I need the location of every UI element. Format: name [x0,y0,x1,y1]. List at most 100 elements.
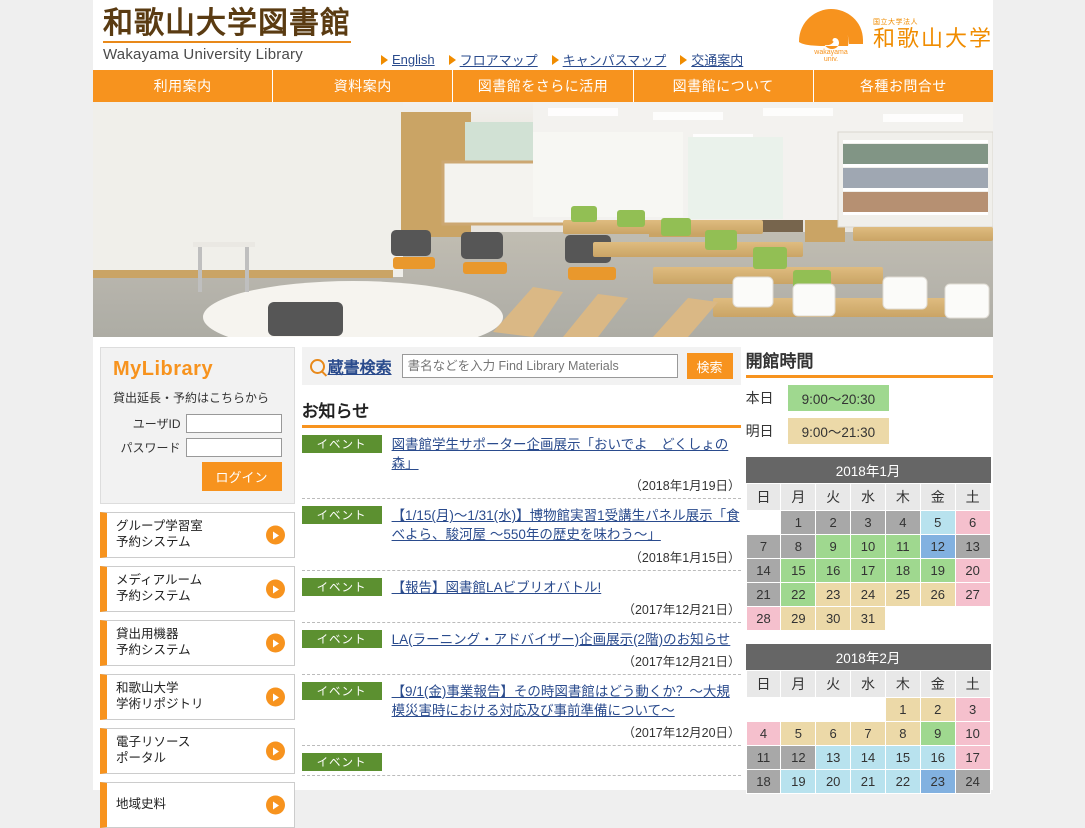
calendar-day-cell[interactable]: 14 [745,558,782,583]
utility-nav-label[interactable]: フロアマップ [460,50,538,69]
calendar-day-cell[interactable]: 31 [850,606,886,631]
calendar-day-cell[interactable]: 13 [815,745,852,770]
utility-nav-item-access[interactable]: 交通案内 [680,50,743,69]
userid-input[interactable] [185,414,282,433]
gnav-item-utilize[interactable]: 図書館をさらに活用 [453,70,634,102]
search-button[interactable]: 検索 [686,353,733,379]
calendar-day-cell[interactable]: 17 [954,745,991,770]
calendar-day-cell[interactable]: 7 [745,534,782,559]
news-title[interactable]: 図書館学生サポーター企画展示「おいでよ どくしょの森」 [392,435,741,473]
calendar-day-cell[interactable]: 1 [884,697,921,722]
calendar-day-cell[interactable]: 3 [850,510,886,535]
calendar-day-cell[interactable]: 4 [884,510,921,535]
calendar-day-cell[interactable]: 15 [884,745,921,770]
calendar-weekday-row: 日月火水木金土 [745,670,991,698]
news-item[interactable]: イベント 【報告】図書館LAビブリオバトル! （2017年12月21日） [301,571,741,623]
calendar-day-cell[interactable]: 20 [954,558,991,583]
calendar-day-cell[interactable]: 8 [780,534,817,559]
wave-logo-caption-2: univ. [824,56,838,62]
triangle-bullet-icon [381,54,388,65]
calendar-weekday-6: 土 [954,483,991,511]
utility-nav-item-campusmap[interactable]: キャンパスマップ [551,50,667,69]
calendar-caption: 2018年2月 [745,644,991,670]
sidebar-item-media-room[interactable]: メディアルーム 予約システム [100,566,295,612]
university-logo[interactable]: wakayama univ. 国立大学法人 和歌山大学 [795,6,993,63]
calendar-day-cell[interactable]: 9 [815,534,852,559]
gnav-item-about[interactable]: 図書館について [634,70,814,102]
calendar-day-cell[interactable]: 7 [850,721,886,746]
gnav-item-materials[interactable]: 資料案内 [273,70,454,102]
calendar-day-cell[interactable]: 25 [884,582,921,607]
calendar-day-cell[interactable]: 12 [780,745,817,770]
calendar-day-cell[interactable]: 15 [780,558,817,583]
password-input[interactable] [185,438,282,457]
calendar-empty-cell [850,697,886,722]
calendar-day-cell[interactable]: 17 [850,558,886,583]
calendar-day-cell[interactable]: 30 [815,606,852,631]
calendar-day-cell[interactable]: 11 [745,745,782,770]
sidebar-item-local-historical-materials[interactable]: 地域史料 [100,782,295,828]
calendar-day-cell[interactable]: 16 [919,745,956,770]
utility-nav-label[interactable]: 交通案内 [691,50,743,69]
calendar-day-cell[interactable]: 10 [850,534,886,559]
calendar-empty-cell [884,606,921,631]
calendar-day-cell[interactable]: 26 [919,582,956,607]
news-item[interactable]: イベント 【1/15(月)〜1/31(水)】博物館実習1受講生パネル展示「食べよ… [301,499,741,571]
utility-nav-item-floormap[interactable]: フロアマップ [448,50,538,69]
calendar-day-cell[interactable]: 21 [745,582,782,607]
calendar-week-row: 28 29 30 31 [745,606,991,631]
sidebar-item-eresource-portal[interactable]: 電子リソース ポータル [100,728,295,774]
calendar-day-cell[interactable]: 14 [850,745,886,770]
calendar-day-cell[interactable]: 13 [954,534,991,559]
news-item[interactable]: イベント [301,746,741,777]
calendar-week-row: 11 12 13 14 15 16 17 [745,745,991,770]
gnav-item-contact[interactable]: 各種お問合せ [814,70,993,102]
calendar-day-cell[interactable]: 27 [954,582,991,607]
calendar-day-cell[interactable]: 1 [780,510,817,535]
search-input[interactable] [401,354,678,378]
sidebar-item-group-study-room[interactable]: グループ学習室 予約システム [100,512,295,558]
news-title[interactable]: 【9/1(金)事業報告】その時図書館はどう動くか？〜大規模災害時における対応及び… [392,682,741,720]
calendar-day-cell[interactable]: 10 [954,721,991,746]
global-nav: 利用案内 資料案内 図書館をさらに活用 図書館について 各種お問合せ [93,70,993,102]
calendar-day-cell[interactable]: 11 [884,534,921,559]
calendar-day-cell[interactable]: 29 [780,606,817,631]
catalog-search-label[interactable]: 蔵書検索 [328,354,392,378]
news-item[interactable]: イベント LA(ラーニング・アドバイザー)企画展示(2階)のお知らせ （2017… [301,623,741,675]
calendar-day-cell[interactable]: 5 [780,721,817,746]
calendar-day-cell[interactable]: 2 [815,510,852,535]
calendar-day-cell[interactable]: 3 [954,697,991,722]
login-button[interactable]: ログイン [201,462,282,491]
sidebar-item-repository[interactable]: 和歌山大学 学術リポジトリ [100,674,295,720]
news-item[interactable]: イベント 【9/1(金)事業報告】その時図書館はどう動くか？〜大規模災害時におけ… [301,675,741,747]
calendar-day-cell[interactable]: 19 [919,558,956,583]
utility-nav-label[interactable]: キャンパスマップ [563,50,667,69]
utility-nav-item-english[interactable]: English [381,52,435,67]
calendar-day-cell[interactable]: 22 [780,582,817,607]
calendar-day-cell[interactable]: 23 [815,582,852,607]
news-title[interactable]: 【1/15(月)〜1/31(水)】博物館実習1受講生パネル展示「食べよら、駿河屋… [392,506,741,544]
utility-nav-label[interactable]: English [392,52,435,67]
news-badge: イベント [301,681,382,700]
news-title[interactable]: LA(ラーニング・アドバイザー)企画展示(2階)のお知らせ [392,630,741,649]
sidebar-item-equipment-loan[interactable]: 貸出用機器 予約システム [100,620,295,666]
site-logo[interactable]: 和歌山大学図書館 Wakayama University Library [103,7,351,63]
calendar-day-cell[interactable]: 12 [919,534,956,559]
gnav-item-guide[interactable]: 利用案内 [93,70,274,102]
calendar-day-cell[interactable]: 4 [745,721,782,746]
calendar-day-cell[interactable]: 16 [815,558,852,583]
news-title[interactable]: 【報告】図書館LAビブリオバトル! [392,578,741,597]
calendar-day-cell[interactable]: 6 [954,510,991,535]
calendar-day-cell[interactable]: 9 [919,721,956,746]
calendar-day-cell[interactable]: 2 [919,697,956,722]
calendar-day-cell[interactable]: 18 [884,558,921,583]
news-item[interactable]: イベント 図書館学生サポーター企画展示「おいでよ どくしょの森」 （2018年1… [301,428,741,500]
calendar-weekday-3: 水 [850,483,886,511]
calendar-day-cell[interactable]: 24 [850,582,886,607]
calendar-day-cell[interactable]: 6 [815,721,852,746]
password-row: パスワード [113,438,282,457]
calendar-weekday-1: 月 [780,670,817,698]
calendar-day-cell[interactable]: 8 [884,721,921,746]
calendar-day-cell[interactable]: 5 [919,510,956,535]
calendar-day-cell[interactable]: 28 [745,606,782,631]
